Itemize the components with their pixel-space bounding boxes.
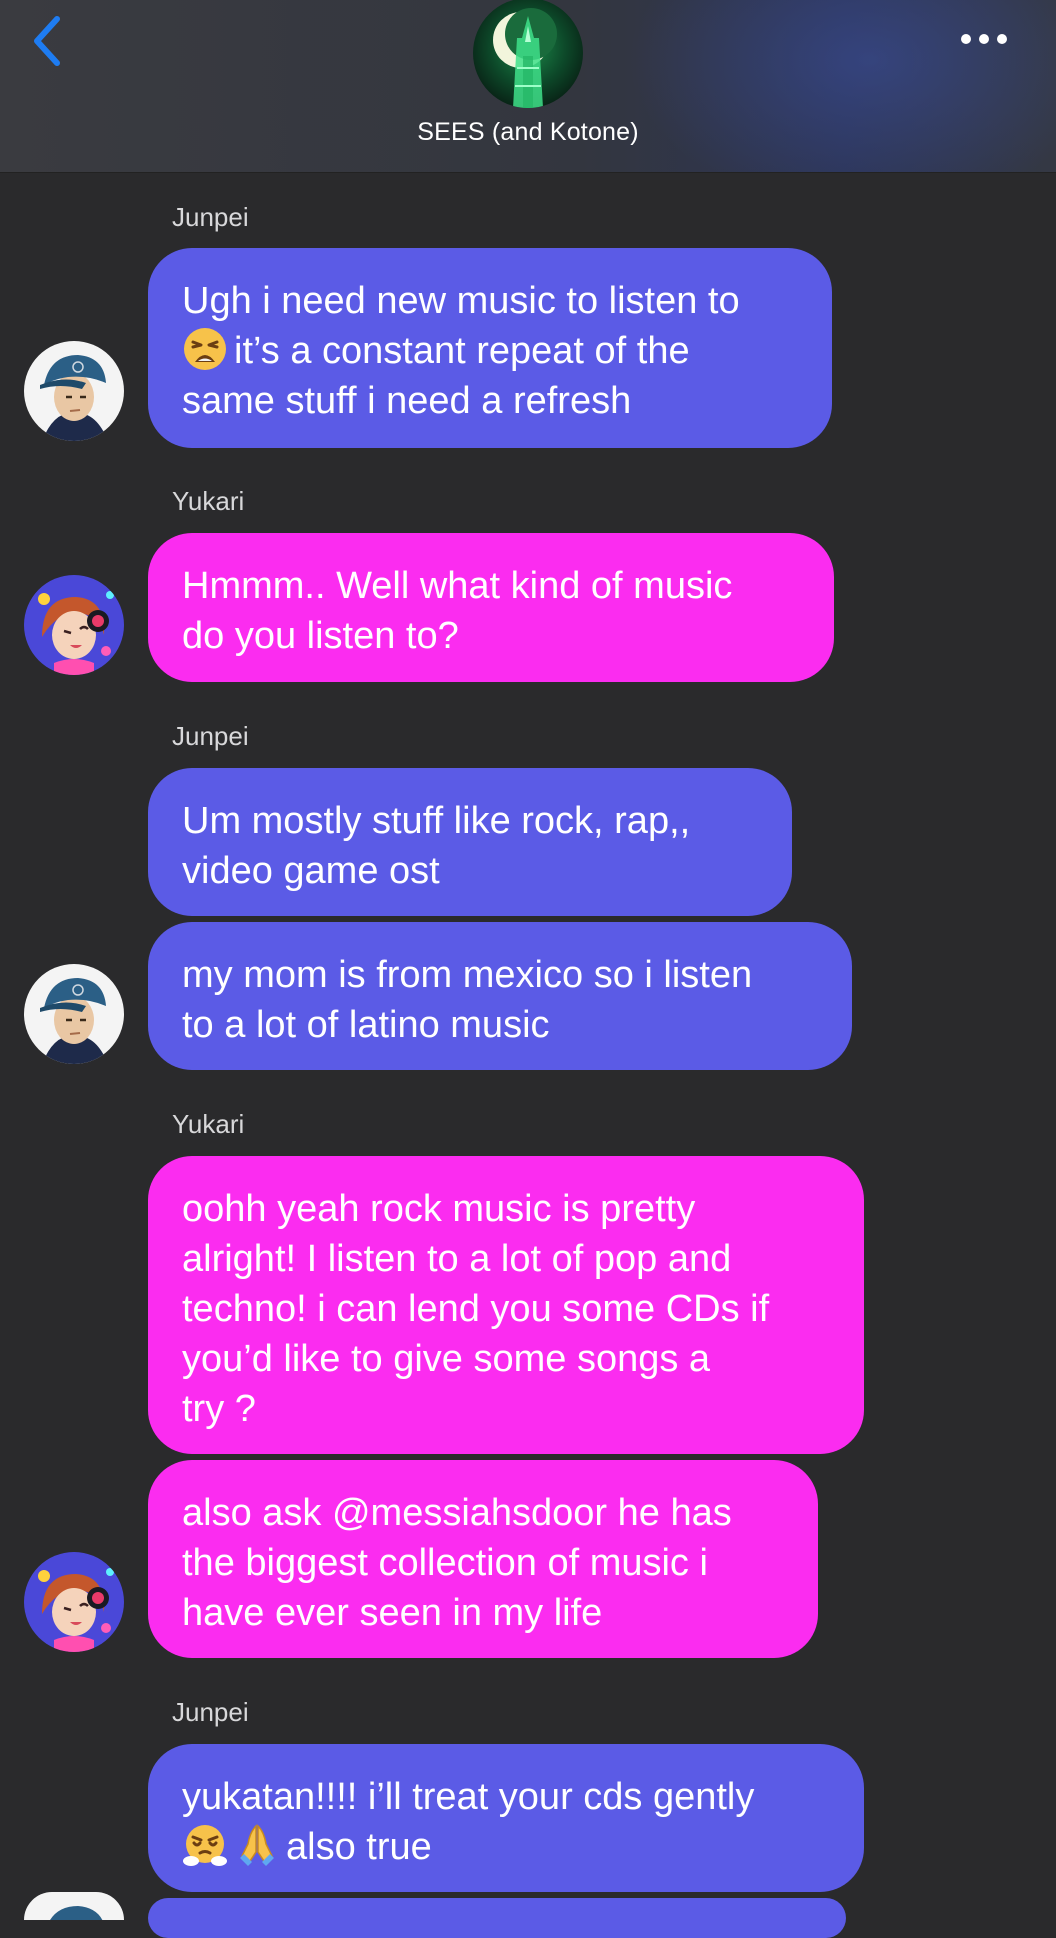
message-line: Um mostly stuff like rock, rap,, [182, 800, 691, 842]
weary-face-emoji [184, 328, 226, 370]
sender-name: Junpei [172, 1697, 249, 1727]
avatar-junpei[interactable] [24, 964, 124, 1064]
folded-hands-emoji [240, 1824, 274, 1866]
message-line: alright! I listen to a lot of pop and [182, 1238, 732, 1280]
message-text: it’s a constant repeat of the [234, 330, 690, 372]
message-line: same stuff i need a refresh [182, 380, 632, 422]
chat-header: SEES (and Kotone) [0, 0, 1056, 173]
group-avatar[interactable] [473, 0, 583, 108]
message-line: oohh yeah rock music is pretty [182, 1188, 696, 1230]
message-line: try ? [182, 1388, 256, 1430]
message-bubble[interactable]: Hmmm.. Well what kind of music do you li… [148, 533, 834, 682]
sender-name: Junpei [172, 202, 249, 232]
message-line: yukatan!!!! i’ll treat your cds gently [182, 1776, 755, 1818]
chevron-left-icon [34, 16, 60, 66]
yukari-avatar-image [24, 1552, 124, 1652]
message-line: my mom is from mexico so i listen [182, 954, 753, 996]
ellipsis-icon [961, 34, 1007, 44]
message-line: also true [182, 1822, 830, 1872]
junpei-avatar-image [24, 1892, 124, 1920]
sender-name: Yukari [172, 1109, 245, 1139]
avatar-yukari[interactable] [24, 1552, 124, 1652]
message-bubble[interactable]: my mom is from mexico so i listen to a l… [148, 922, 852, 1070]
group-title[interactable]: SEES (and Kotone) [0, 118, 1056, 147]
message-line: also ask @messiahsdoor he has [182, 1492, 732, 1534]
message-bubble[interactable]: yukatan!!!! i’ll treat your cds gently a… [148, 1744, 864, 1892]
more-options-button[interactable] [952, 24, 1016, 54]
avatar-junpei[interactable] [24, 1892, 124, 1920]
message-line: video game ost [182, 850, 440, 892]
avatar-junpei[interactable] [24, 341, 124, 441]
back-button[interactable] [22, 14, 72, 68]
message-bubble[interactable]: also ask @messiahsdoor he has the bigges… [148, 1460, 818, 1658]
message-bubble[interactable]: Um mostly stuff like rock, rap,, video g… [148, 768, 792, 916]
message-line: you’d like to give some songs a [182, 1338, 711, 1380]
message-line: Hmmm.. Well what kind of music [182, 565, 733, 607]
message-line: do you listen to? [182, 615, 459, 657]
message-line: techno! i can lend you some CDs if [182, 1288, 770, 1330]
message-line: to a lot of latino music [182, 1004, 550, 1046]
junpei-avatar-image [24, 341, 124, 441]
message-bubble[interactable] [148, 1898, 846, 1938]
avatar-yukari[interactable] [24, 575, 124, 675]
message-bubble[interactable]: oohh yeah rock music is pretty alright! … [148, 1156, 864, 1454]
sender-name: Yukari [172, 486, 245, 516]
message-line: it’s a constant repeat of the [182, 326, 798, 376]
sender-name: Junpei [172, 721, 249, 751]
message-line: Ugh i need new music to listen to [182, 280, 740, 322]
yukari-avatar-image [24, 575, 124, 675]
message-line: have ever seen in my life [182, 1592, 603, 1634]
message-text: also true [286, 1826, 432, 1868]
message-line: the biggest collection of music i [182, 1542, 708, 1584]
message-bubble[interactable]: Ugh i need new music to listen to it’s a… [148, 248, 832, 448]
junpei-avatar-image [24, 964, 124, 1064]
steam-from-nose-emoji [183, 1825, 227, 1866]
group-avatar-image [493, 8, 557, 108]
